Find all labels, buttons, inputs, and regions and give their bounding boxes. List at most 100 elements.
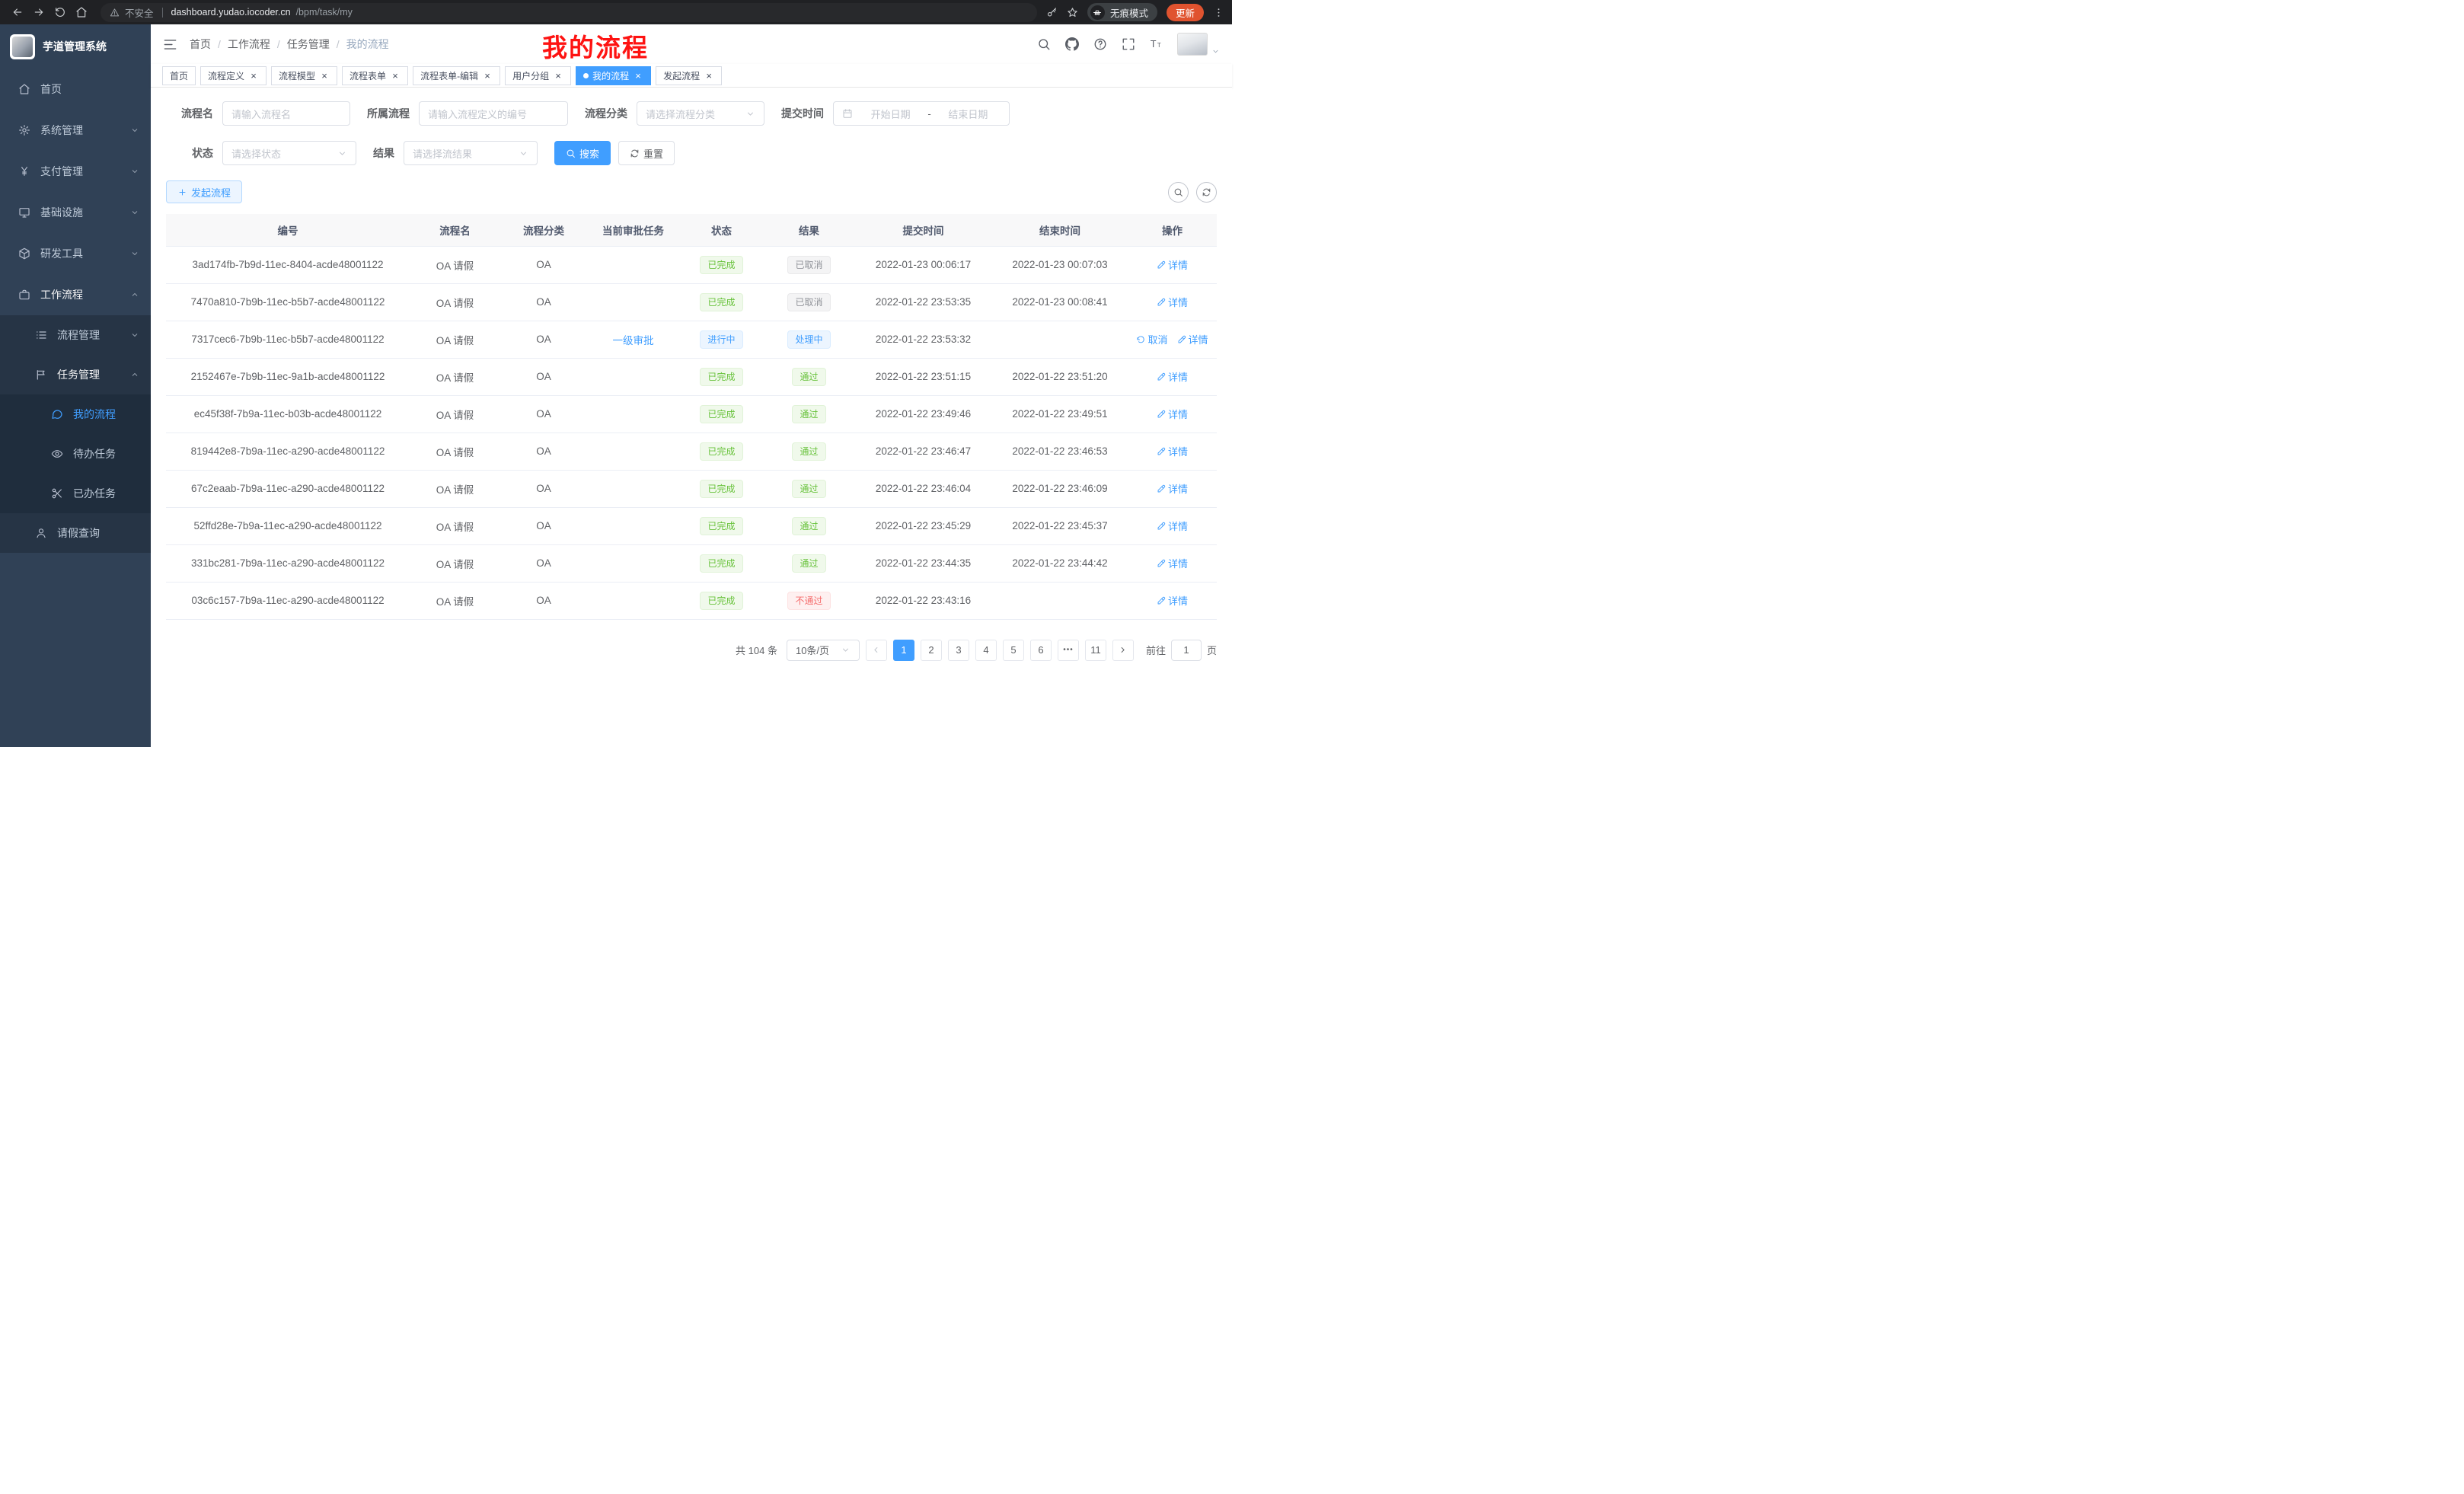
breadcrumb-item[interactable]: 工作流程	[228, 37, 270, 52]
cell-end-time	[992, 582, 1128, 619]
sidebar-item-devtools[interactable]: 研发工具	[0, 233, 151, 274]
sidebar-item-leave-query[interactable]: 请假查询	[0, 513, 151, 553]
fullscreen-icon[interactable]	[1122, 37, 1135, 51]
sidebar-item-done-task[interactable]: 已办任务	[0, 474, 151, 513]
detail-link[interactable]: 详情	[1157, 257, 1188, 272]
filter-process-definition: 所属流程 请输入流程定义的编号	[367, 101, 568, 126]
page-button-4[interactable]: 4	[975, 640, 997, 661]
tab-流程定义[interactable]: 流程定义×	[200, 66, 267, 85]
status-select[interactable]: 请选择状态	[222, 141, 356, 165]
goto-page-input[interactable]: 1	[1171, 640, 1202, 661]
address-bar[interactable]: 不安全 dashboard.yudao.iocoder.cn/bpm/task/…	[101, 3, 1037, 22]
sidebar-item-infra[interactable]: 基础设施	[0, 192, 151, 233]
close-icon[interactable]: ×	[248, 70, 259, 81]
sidebar-item-workflow[interactable]: 工作流程	[0, 274, 151, 315]
current-task-link[interactable]: 一级审批	[613, 335, 654, 346]
detail-link[interactable]: 详情	[1157, 369, 1188, 384]
detail-link[interactable]: 详情	[1177, 332, 1208, 346]
table-row: 67c2eaab-7b9a-11ec-a290-acde48001122 OA …	[166, 470, 1217, 507]
cell-submit-time: 2022-01-22 23:44:35	[854, 544, 992, 582]
page-button-3[interactable]: 3	[948, 640, 969, 661]
tab-发起流程[interactable]: 发起流程×	[656, 66, 722, 85]
sidebar-item-system[interactable]: 系统管理	[0, 110, 151, 151]
close-icon[interactable]: ×	[482, 70, 493, 81]
filter-category: 流程分类 请选择流程分类	[585, 101, 764, 126]
next-page-button[interactable]	[1112, 640, 1134, 661]
cell-name: OA 请假	[410, 544, 500, 582]
github-icon[interactable]	[1065, 37, 1079, 51]
detail-link[interactable]: 详情	[1157, 295, 1188, 309]
home-icon[interactable]	[72, 2, 91, 22]
page-button-11[interactable]: 11	[1085, 640, 1106, 661]
font-size-icon[interactable]: TT	[1150, 37, 1163, 51]
tab-流程模型[interactable]: 流程模型×	[271, 66, 337, 85]
breadcrumb-item[interactable]: 首页	[190, 37, 211, 52]
sidebar-item-task-mgmt[interactable]: 任务管理	[0, 355, 151, 394]
user-menu[interactable]	[1177, 33, 1220, 56]
detail-link[interactable]: 详情	[1157, 444, 1188, 458]
status-tag: 通过	[792, 554, 825, 573]
detail-link[interactable]: 详情	[1157, 519, 1188, 533]
result-select[interactable]: 请选择流结果	[404, 141, 538, 165]
sidebar-item-todo-task[interactable]: 待办任务	[0, 434, 151, 474]
bookmark-star-icon[interactable]	[1067, 7, 1078, 18]
filter-status: 状态 请选择状态	[166, 141, 356, 165]
close-icon[interactable]: ×	[704, 70, 714, 81]
tab-我的流程[interactable]: 我的流程×	[576, 66, 651, 85]
cell-current-task	[587, 283, 679, 321]
close-icon[interactable]: ×	[553, 70, 563, 81]
create-process-button[interactable]: 发起流程	[166, 180, 242, 203]
tab-用户分组[interactable]: 用户分组×	[505, 66, 571, 85]
status-tag: 通过	[792, 480, 825, 498]
reset-button[interactable]: 重置	[618, 141, 675, 165]
search-icon[interactable]	[1037, 37, 1051, 51]
cell-submit-time: 2022-01-22 23:53:32	[854, 321, 992, 358]
detail-link[interactable]: 详情	[1157, 556, 1188, 570]
cell-result: 已取消	[764, 283, 854, 321]
tab-流程表单-编辑[interactable]: 流程表单-编辑×	[413, 66, 500, 85]
detail-link[interactable]: 详情	[1157, 593, 1188, 608]
back-icon[interactable]	[8, 2, 27, 22]
close-icon[interactable]: ×	[390, 70, 401, 81]
sidebar-item-payment[interactable]: 支付管理	[0, 151, 151, 192]
sidebar-item-home[interactable]: 首页	[0, 69, 151, 110]
svg-text:T: T	[1157, 42, 1161, 49]
toggle-search-button[interactable]	[1168, 182, 1189, 203]
reload-icon[interactable]	[50, 2, 70, 22]
submit-time-range-picker[interactable]: 开始日期 - 结束日期	[833, 101, 1010, 126]
app-logo-row[interactable]: 芋道管理系统	[0, 24, 151, 69]
close-icon[interactable]: ×	[633, 70, 643, 81]
refresh-table-button[interactable]	[1196, 182, 1217, 203]
sidebar-item-my-process[interactable]: 我的流程	[0, 394, 151, 434]
tab-首页[interactable]: 首页	[162, 66, 196, 85]
browser-menu-icon[interactable]	[1213, 7, 1224, 18]
filter-label: 所属流程	[367, 106, 410, 121]
search-button[interactable]: 搜索	[554, 141, 611, 165]
help-icon[interactable]	[1093, 37, 1107, 51]
home-icon	[18, 83, 30, 95]
page-button-2[interactable]: 2	[921, 640, 942, 661]
process-name-input[interactable]: 请输入流程名	[222, 101, 350, 126]
process-definition-input[interactable]: 请输入流程定义的编号	[419, 101, 568, 126]
page-size-select[interactable]: 10条/页	[787, 640, 860, 661]
url-host: dashboard.yudao.iocoder.cn	[171, 7, 291, 18]
cell-category: OA	[500, 395, 587, 433]
page-button-5[interactable]: 5	[1003, 640, 1024, 661]
page-button-1[interactable]: 1	[893, 640, 914, 661]
close-icon[interactable]: ×	[319, 70, 330, 81]
detail-link[interactable]: 详情	[1157, 407, 1188, 421]
tab-流程表单[interactable]: 流程表单×	[342, 66, 408, 85]
detail-link[interactable]: 详情	[1157, 481, 1188, 496]
browser-update-button[interactable]: 更新	[1167, 4, 1204, 21]
prev-page-button[interactable]	[866, 640, 887, 661]
forward-icon[interactable]	[29, 2, 49, 22]
sidebar-item-process-mgmt[interactable]: 流程管理	[0, 315, 151, 355]
sidebar-toggle-icon[interactable]	[163, 37, 177, 52]
page-button-6[interactable]: 6	[1030, 640, 1052, 661]
cancel-link[interactable]: 取消	[1136, 332, 1167, 346]
category-select[interactable]: 请选择流程分类	[637, 101, 764, 126]
key-icon[interactable]	[1046, 7, 1058, 18]
breadcrumb-item[interactable]: 任务管理	[287, 37, 330, 52]
more-pages-button[interactable]: •••	[1058, 640, 1079, 661]
filter-process-name: 流程名 请输入流程名	[166, 101, 350, 126]
